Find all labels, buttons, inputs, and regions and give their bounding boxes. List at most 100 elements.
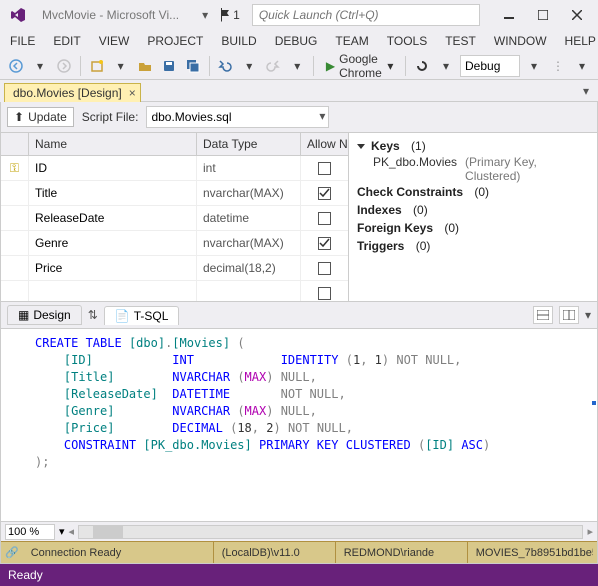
checkbox-icon[interactable] bbox=[318, 212, 331, 225]
cell-nulls[interactable] bbox=[301, 231, 348, 255]
sql-editor[interactable]: CREATE TABLE [dbo].[Movies] ( [ID] INT I… bbox=[1, 329, 597, 521]
quick-launch-input[interactable] bbox=[252, 4, 480, 26]
indexes-group[interactable]: Indexes (0) bbox=[357, 201, 589, 219]
keys-group[interactable]: Keys (1) bbox=[357, 137, 589, 155]
cell-name[interactable]: Price bbox=[29, 256, 197, 280]
check-constraints-group[interactable]: Check Constraints (0) bbox=[357, 183, 589, 201]
split-vertical-button[interactable] bbox=[559, 306, 579, 324]
minimize-button[interactable] bbox=[492, 2, 526, 28]
collapse-pane-icon[interactable]: ▾ bbox=[585, 308, 591, 322]
checkbox-icon[interactable] bbox=[318, 262, 331, 275]
menu-debug[interactable]: DEBUG bbox=[275, 34, 318, 48]
menu-window[interactable]: WINDOW bbox=[494, 34, 547, 48]
col-header-type[interactable]: Data Type bbox=[197, 133, 301, 155]
scroll-right-icon[interactable]: ▸ bbox=[587, 525, 593, 538]
swap-panes-icon[interactable]: ⇅ bbox=[88, 308, 98, 322]
browser-dropdown-icon[interactable]: ▾ bbox=[436, 55, 456, 77]
notification-flag[interactable]: 1 bbox=[219, 8, 240, 22]
nav-back-dropdown-icon[interactable]: ▾ bbox=[30, 55, 50, 77]
row-selector[interactable] bbox=[1, 256, 29, 280]
cell-name[interactable] bbox=[29, 281, 197, 301]
checkbox-icon[interactable] bbox=[318, 162, 331, 175]
cell-type[interactable]: nvarchar(MAX) bbox=[197, 181, 301, 205]
new-dropdown-icon[interactable]: ▾ bbox=[111, 55, 131, 77]
maximize-button[interactable] bbox=[526, 2, 560, 28]
menu-help[interactable]: HELP bbox=[565, 34, 596, 48]
row-selector[interactable] bbox=[1, 181, 29, 205]
row-selector[interactable] bbox=[1, 231, 29, 255]
cell-type[interactable]: datetime bbox=[197, 206, 301, 230]
tabs-dropdown-icon[interactable]: ▾ bbox=[578, 84, 594, 98]
tab-tsql[interactable]: 📄T-SQL bbox=[104, 306, 180, 325]
cell-nulls[interactable] bbox=[301, 181, 348, 205]
scroll-left-icon[interactable]: ◂ bbox=[69, 525, 75, 538]
checkbox-icon[interactable] bbox=[318, 187, 331, 200]
cell-type[interactable]: int bbox=[197, 156, 301, 180]
cell-name[interactable]: Genre bbox=[29, 231, 197, 255]
start-debug-button[interactable]: ▶ Google Chrome ▾ bbox=[320, 55, 400, 77]
zoom-bar: ▾ ◂ ▸ bbox=[1, 521, 597, 541]
expand-icon[interactable] bbox=[357, 144, 365, 149]
cell-nulls[interactable] bbox=[301, 156, 348, 180]
col-header-name[interactable]: Name bbox=[29, 133, 197, 155]
cell-type[interactable]: nvarchar(MAX) bbox=[197, 231, 301, 255]
open-button[interactable] bbox=[135, 55, 155, 77]
scriptfile-input[interactable] bbox=[146, 106, 329, 128]
row-selector[interactable]: ⚿ bbox=[1, 156, 29, 180]
row-selector[interactable] bbox=[1, 206, 29, 230]
document-tab[interactable]: dbo.Movies [Design] × bbox=[4, 83, 141, 102]
save-button[interactable] bbox=[159, 55, 179, 77]
scrollbar-thumb[interactable] bbox=[93, 526, 123, 538]
checkbox-icon[interactable] bbox=[318, 237, 331, 250]
connection-status-icon: 🔗 bbox=[5, 546, 19, 559]
menu-view[interactable]: VIEW bbox=[99, 34, 130, 48]
solution-config-select[interactable] bbox=[460, 55, 520, 77]
update-button[interactable]: ⬆ Update bbox=[7, 107, 74, 127]
undo-dropdown-icon[interactable]: ▾ bbox=[239, 55, 259, 77]
menubar: FILE EDIT VIEW PROJECT BUILD DEBUG TEAM … bbox=[0, 30, 598, 52]
cell-type[interactable] bbox=[197, 281, 301, 301]
close-button[interactable] bbox=[560, 2, 594, 28]
quick-launch[interactable] bbox=[252, 4, 480, 26]
save-all-button[interactable] bbox=[183, 55, 203, 77]
tab-design[interactable]: ▦Design bbox=[7, 305, 82, 325]
split-horizontal-button[interactable] bbox=[533, 306, 553, 324]
browser-refresh-icon[interactable] bbox=[412, 55, 432, 77]
zoom-input[interactable] bbox=[5, 524, 55, 540]
foreign-keys-group[interactable]: Foreign Keys (0) bbox=[357, 219, 589, 237]
cell-name[interactable]: ID bbox=[29, 156, 197, 180]
cell-nulls[interactable] bbox=[301, 256, 348, 280]
menu-file[interactable]: FILE bbox=[10, 34, 35, 48]
nav-back-button[interactable] bbox=[6, 55, 26, 77]
redo-dropdown-icon[interactable]: ▾ bbox=[287, 55, 307, 77]
menu-build[interactable]: BUILD bbox=[221, 34, 256, 48]
cell-name[interactable]: ReleaseDate bbox=[29, 206, 197, 230]
col-header-nulls[interactable]: Allow Nulls bbox=[301, 133, 349, 155]
menu-team[interactable]: TEAM bbox=[335, 34, 368, 48]
cell-name[interactable]: Title bbox=[29, 181, 197, 205]
cell-nulls[interactable] bbox=[301, 206, 348, 230]
undo-button[interactable] bbox=[215, 55, 235, 77]
views-dropdown-icon[interactable]: ▾ bbox=[197, 8, 213, 22]
config-dropdown-icon[interactable]: ▾ bbox=[524, 55, 544, 77]
primary-key-entry[interactable]: PK_dbo.Movies(Primary Key, Clustered) bbox=[373, 155, 589, 183]
row-selector[interactable] bbox=[1, 281, 29, 301]
checkbox-icon[interactable] bbox=[318, 287, 331, 300]
menu-test[interactable]: TEST bbox=[445, 34, 476, 48]
menu-tools[interactable]: TOOLS bbox=[387, 34, 427, 48]
menu-edit[interactable]: EDIT bbox=[53, 34, 80, 48]
new-project-button[interactable] bbox=[87, 55, 107, 77]
cell-nulls[interactable] bbox=[301, 281, 348, 301]
menu-project[interactable]: PROJECT bbox=[147, 34, 203, 48]
triggers-group[interactable]: Triggers (0) bbox=[357, 237, 589, 255]
zoom-dropdown-icon[interactable]: ▾ bbox=[59, 525, 65, 538]
cell-type[interactable]: decimal(18,2) bbox=[197, 256, 301, 280]
toolbar-overflow-icon[interactable]: ▾ bbox=[572, 55, 592, 77]
close-tab-icon[interactable]: × bbox=[129, 86, 136, 100]
start-dropdown-icon[interactable]: ▾ bbox=[387, 59, 393, 73]
scriptfile-dropdown-icon[interactable]: ▾ bbox=[319, 109, 325, 123]
horizontal-scrollbar[interactable] bbox=[78, 525, 583, 539]
document-tabs: dbo.Movies [Design] × ▾ bbox=[0, 80, 598, 102]
connection-user: REDMOND\riande bbox=[335, 542, 455, 563]
toolbar-more-icon[interactable]: ⋮ bbox=[548, 55, 568, 77]
